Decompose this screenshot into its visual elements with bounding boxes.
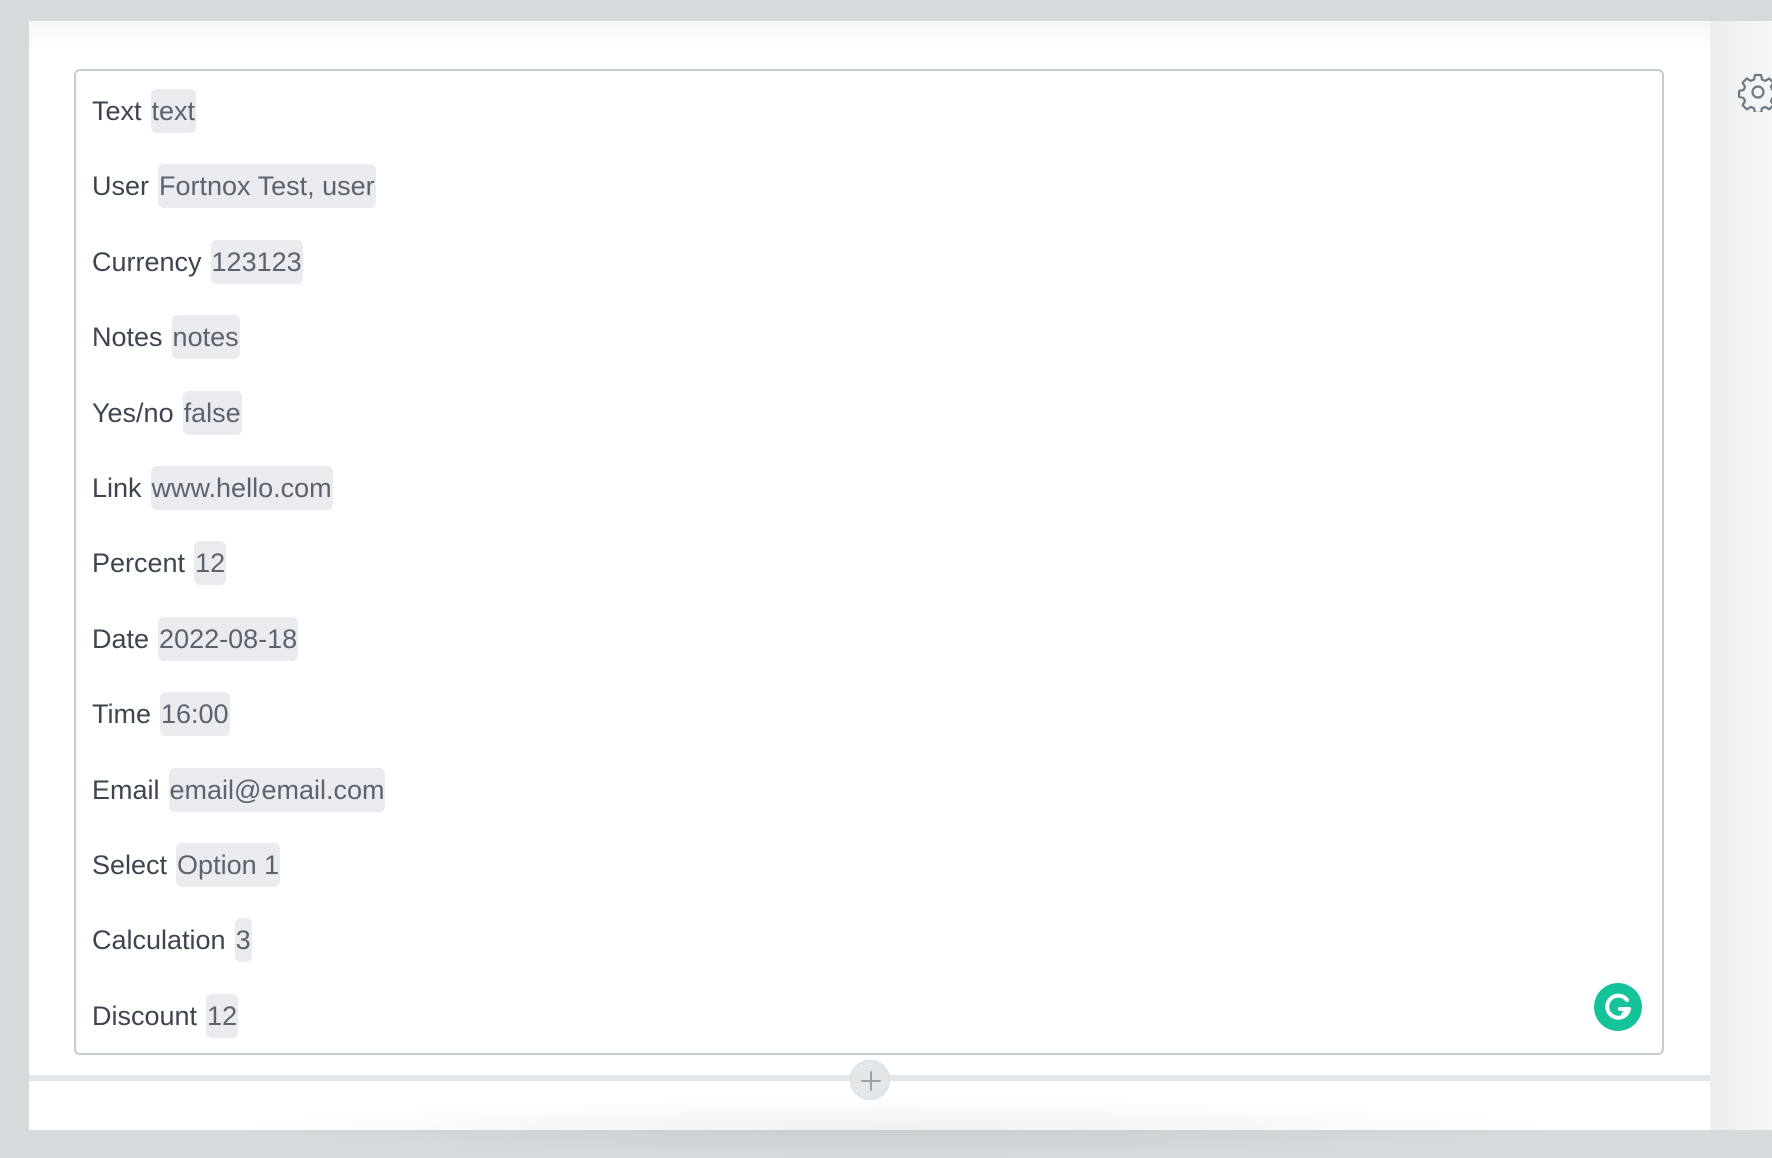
field-row: Percent 12 — [92, 541, 1592, 616]
field-label: Select — [92, 849, 168, 880]
field-row: Currency 123123 — [92, 239, 1592, 315]
field-label: Notes — [92, 322, 163, 353]
field-row: Email email@email.com — [92, 767, 1592, 843]
field-value-token[interactable]: notes — [171, 315, 240, 360]
field-label: Link — [92, 472, 142, 503]
field-label: Time — [92, 699, 151, 730]
grammarly-icon[interactable] — [1594, 983, 1642, 1031]
field-row: Date 2022-08-18 — [92, 616, 1592, 692]
field-label: Discount — [92, 1000, 198, 1031]
field-label: Email — [92, 774, 160, 805]
field-value-token[interactable]: false — [182, 390, 242, 435]
field-value-token[interactable]: 3 — [234, 918, 252, 963]
field-value-token[interactable]: 16:00 — [160, 692, 230, 737]
field-list-editor[interactable]: Text text User Fortnox Test, user Currency 12… — [74, 69, 1664, 1055]
next-block-shadow — [220, 1098, 1570, 1158]
field-value-token[interactable]: text — [150, 89, 197, 133]
gear-icon[interactable] — [1738, 72, 1772, 114]
field-label: Text — [92, 96, 142, 126]
field-label: Currency — [92, 246, 202, 277]
field-value-token[interactable]: Option 1 — [176, 842, 281, 887]
field-value-token[interactable]: 123123 — [210, 239, 303, 284]
field-row: Calculation 3 — [92, 918, 1592, 993]
field-label: Yes/no — [92, 397, 174, 428]
field-label: Calculation — [92, 925, 226, 956]
field-row: Discount 12 — [92, 993, 1592, 1069]
field-row: Link www.hello.com — [92, 465, 1592, 541]
page-top-shade — [29, 21, 1710, 49]
field-value-token[interactable]: email@email.com — [168, 767, 386, 812]
field-label: Percent — [92, 548, 186, 579]
field-row: Select Option 1 — [92, 842, 1592, 918]
field-rows: Text text User Fortnox Test, user Currency 12… — [92, 89, 1592, 1069]
field-value-token[interactable]: www.hello.com — [150, 465, 333, 510]
add-block-button[interactable] — [850, 1060, 890, 1100]
field-label: User — [92, 171, 150, 202]
field-label: Date — [92, 623, 150, 654]
field-value-token[interactable]: 12 — [206, 993, 239, 1038]
right-sidebar — [1710, 21, 1772, 1130]
plus-icon — [861, 1071, 881, 1091]
field-row: Notes notes — [92, 315, 1592, 390]
field-value-token[interactable]: 12 — [194, 541, 227, 586]
field-value-token[interactable]: Fortnox Test, user — [158, 164, 376, 209]
field-row: User Fortnox Test, user — [92, 164, 1592, 239]
field-row: Text text — [92, 89, 1592, 164]
field-row: Yes/no false — [92, 390, 1592, 466]
field-row: Time 16:00 — [92, 692, 1592, 767]
field-value-token[interactable]: 2022-08-18 — [158, 616, 299, 661]
